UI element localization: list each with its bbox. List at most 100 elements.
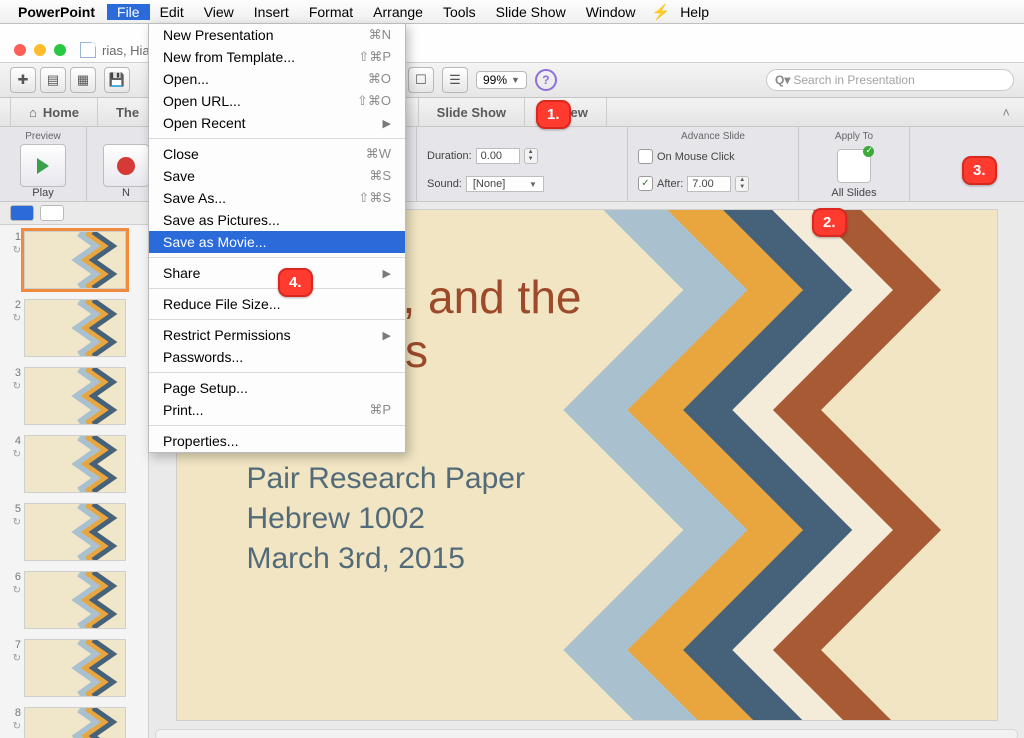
menu-item-shortcut: ⌘P — [369, 402, 391, 418]
presentation-search[interactable]: Q▾ Search in Presentation — [766, 69, 1014, 91]
slide-line-2[interactable]: Hebrew 1002 — [247, 502, 425, 536]
ribbon-tab-label: The — [116, 105, 139, 120]
thumb-number: 2 — [5, 299, 24, 311]
ribbon-collapse-button[interactable]: ˄ — [988, 98, 1024, 126]
submenu-arrow-icon: ▶ — [383, 117, 391, 130]
slide-zigzag-decoration — [517, 210, 997, 720]
after-checkbox[interactable] — [638, 176, 653, 191]
app-name[interactable]: PowerPoint — [18, 4, 95, 20]
home-icon: ⌂ — [29, 105, 37, 120]
after-field[interactable]: 7.00 — [687, 176, 731, 192]
close-window-button[interactable] — [14, 44, 26, 56]
file-menu-share[interactable]: Share▶ — [149, 262, 405, 284]
ribbon-tab-slide-show[interactable]: Slide Show — [419, 98, 525, 126]
menu-separator — [149, 319, 405, 320]
slide-thumbnail[interactable] — [24, 571, 126, 629]
file-menu-open-url[interactable]: Open URL...⇧⌘O — [149, 90, 405, 112]
layout-icon[interactable]: ▦ — [70, 67, 96, 93]
ribbon-tab-home[interactable]: ⌂Home — [10, 98, 98, 126]
after-stepper[interactable]: ▲▼ — [735, 176, 749, 192]
callout-step-3: 3. — [962, 156, 997, 185]
file-menu-properties[interactable]: Properties... — [149, 430, 405, 452]
thumb-row: 2↻ — [4, 299, 144, 357]
sound-dropdown[interactable]: [None] ▼ — [466, 176, 544, 192]
magnifier-icon: Q▾ — [775, 73, 790, 87]
file-menu-new-presentation[interactable]: New Presentation ⌘N — [149, 24, 405, 46]
file-menu-open-recent[interactable]: Open Recent▶ — [149, 112, 405, 134]
menu-edit[interactable]: Edit — [150, 4, 194, 20]
save-icon[interactable]: 💾 — [104, 67, 130, 93]
file-menu-save-as[interactable]: Save As...⇧⌘S — [149, 187, 405, 209]
duration-label: Duration: — [427, 150, 472, 162]
file-menu-save[interactable]: Save⌘S — [149, 165, 405, 187]
menu-help[interactable]: Help — [670, 0, 719, 23]
menu-separator — [149, 288, 405, 289]
menu-arrange[interactable]: Arrange — [363, 4, 433, 20]
slide-thumbnail[interactable] — [24, 367, 126, 425]
file-menu-save-as-movie[interactable]: Save as Movie... — [149, 231, 405, 253]
open-icon[interactable]: ▤ — [40, 67, 66, 93]
menu-item-label: Print... — [163, 402, 203, 418]
file-menu-passwords[interactable]: Passwords... — [149, 346, 405, 368]
charger-icon[interactable]: ⚡ — [652, 3, 671, 21]
menu-format[interactable]: Format — [299, 4, 363, 20]
transition-indicator-icon: ↻ — [5, 381, 24, 392]
after-label: After: — [657, 178, 683, 190]
traffic-lights — [14, 44, 66, 56]
file-menu-print[interactable]: Print... ⌘P — [149, 399, 405, 421]
group-label-advance: Advance Slide — [681, 130, 745, 144]
menu-item-shortcut: ⌘N — [369, 27, 391, 43]
slide-line-1[interactable]: Pair Research Paper — [247, 462, 525, 496]
menu-tools[interactable]: Tools — [433, 4, 486, 20]
menu-item-shortcut: ⇧⌘S — [358, 190, 391, 206]
record-button[interactable] — [103, 144, 149, 187]
menu-view[interactable]: View — [194, 4, 244, 20]
slide-thumbnail[interactable] — [24, 503, 126, 561]
duration-field[interactable]: 0.00 — [476, 148, 520, 164]
preview-play-button[interactable] — [20, 144, 66, 187]
horizontal-scrollbar[interactable] — [155, 729, 1018, 738]
file-menu-restrict-permissions[interactable]: Restrict Permissions▶ — [149, 324, 405, 346]
new-slide-icon[interactable]: ✚ — [10, 67, 36, 93]
thumb-row: 5↻ — [4, 503, 144, 561]
transition-indicator-icon: ↻ — [5, 653, 24, 664]
slide-thumbnail[interactable] — [24, 299, 126, 357]
play-icon — [37, 158, 49, 174]
file-menu-open[interactable]: Open...⌘O — [149, 68, 405, 90]
menu-file[interactable]: File — [107, 4, 150, 20]
slide-thumbnail[interactable] — [24, 707, 126, 738]
callout-step-1: 1. — [536, 100, 571, 129]
minimize-window-button[interactable] — [34, 44, 46, 56]
apply-all-slides-button[interactable] — [837, 149, 871, 183]
menu-item-shortcut: ⌘S — [369, 168, 391, 184]
outline-view-button[interactable] — [40, 205, 64, 221]
thumb-row: 7↻ — [4, 639, 144, 697]
normal-view-button[interactable] — [10, 205, 34, 221]
on-mouse-click-checkbox[interactable] — [638, 149, 653, 164]
menu-slide-show[interactable]: Slide Show — [486, 4, 576, 20]
menu-item-label: Save as Movie... — [163, 234, 267, 250]
slide-thumbnail[interactable] — [24, 639, 126, 697]
file-menu-new-from-template[interactable]: New from Template...⇧⌘P — [149, 46, 405, 68]
menu-insert[interactable]: Insert — [244, 4, 299, 20]
menu-item-label: New from Template... — [163, 49, 295, 65]
menu-window[interactable]: Window — [576, 4, 646, 20]
thumb-number: 3 — [5, 367, 24, 379]
file-menu-close[interactable]: Close⌘W — [149, 143, 405, 165]
zoom-window-button[interactable] — [54, 44, 66, 56]
slide-thumbnail[interactable] — [24, 231, 126, 289]
file-menu-reduce-file-size[interactable]: Reduce File Size... — [149, 293, 405, 315]
thumb-row: 6↻ — [4, 571, 144, 629]
zoom-dropdown[interactable]: 99% ▼ — [476, 71, 527, 89]
menu-item-label: Save as Pictures... — [163, 212, 280, 228]
duration-stepper[interactable]: ▲▼ — [524, 148, 538, 164]
file-menu-page-setup[interactable]: Page Setup... — [149, 377, 405, 399]
help-icon[interactable]: ? — [535, 69, 557, 91]
media-icon[interactable]: ☐ — [408, 67, 434, 93]
movie-icon[interactable]: ☰ — [442, 67, 468, 93]
file-menu-save-as-pictures[interactable]: Save as Pictures... — [149, 209, 405, 231]
slide-thumbnail[interactable] — [24, 435, 126, 493]
thumb-row: 1↻ — [4, 231, 144, 289]
slide-line-3[interactable]: March 3rd, 2015 — [247, 542, 465, 576]
menu-item-label: New Presentation — [163, 27, 274, 43]
